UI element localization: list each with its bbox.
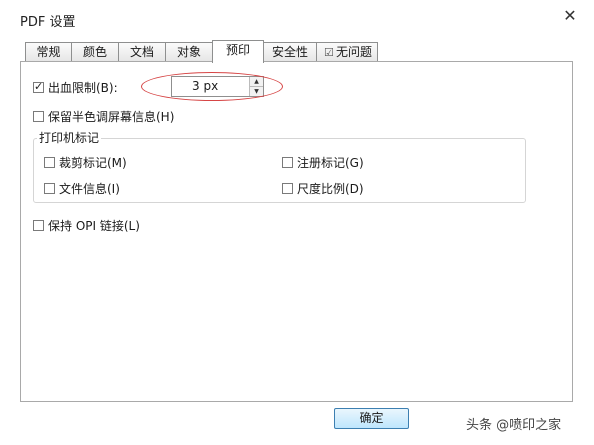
registration-marks-option[interactable]: 注册标记(G) [282,154,364,171]
tab-color-label: 颜色 [82,45,107,59]
crop-marks-label: 裁剪标记(M) [59,156,127,170]
bleed-stepper[interactable]: ▲ ▼ [249,77,263,96]
registration-marks-checkbox[interactable] [282,157,293,168]
file-info-label: 文件信息(I) [59,182,120,196]
crop-marks-checkbox[interactable] [44,157,55,168]
file-info-checkbox[interactable] [44,183,55,194]
spin-up-icon[interactable]: ▲ [250,77,263,87]
tab-general-label: 常规 [36,45,61,59]
scale-label: 尺度比例(D) [297,182,364,196]
close-icon[interactable]: ✕ [562,8,578,24]
bleed-label: 出血限制(B): [48,81,118,95]
opi-checkbox[interactable] [33,220,44,231]
halftone-option[interactable]: 保留半色调屏幕信息(H) [33,108,174,125]
bleed-option[interactable]: 出血限制(B): [33,79,118,96]
watermark: 头条 @喷印之家 [466,418,562,433]
tab-bar: 常规 颜色 文档 对象 预印 安全性 ☑ 无问题 [25,40,575,63]
halftone-checkbox[interactable] [33,111,44,122]
registration-marks-label: 注册标记(G) [297,156,364,170]
printer-marks-title: 打印机标记 [37,129,102,146]
tab-object-label: 对象 [176,45,201,59]
scale-checkbox[interactable] [282,183,293,194]
tab-preprint[interactable]: 预印 [212,40,264,63]
opi-option[interactable]: 保持 OPI 链接(L) [33,217,140,234]
opi-label: 保持 OPI 链接(L) [48,219,140,233]
tab-security-label: 安全性 [271,45,308,59]
file-info-option[interactable]: 文件信息(I) [44,180,120,197]
tab-document[interactable]: 文档 [118,42,166,61]
tab-preprint-label: 预印 [225,43,250,57]
scale-option[interactable]: 尺度比例(D) [282,180,364,197]
dialog-title: PDF 设置 [20,15,76,30]
crop-marks-option[interactable]: 裁剪标记(M) [44,154,127,171]
tab-no-problems-label: 无问题 [335,45,372,59]
check-doc-icon: ☑ [324,46,334,59]
tab-object[interactable]: 对象 [165,42,213,61]
preprint-panel: 出血限制(B): 3 px ▲ ▼ 保留半色调屏幕信息(H) 打印机标记 裁剪标… [20,61,573,402]
bleed-value: 3 px [192,79,219,93]
tab-general[interactable]: 常规 [25,42,72,61]
bleed-input[interactable]: 3 px ▲ ▼ [171,76,264,97]
spin-down-icon[interactable]: ▼ [250,87,263,96]
tab-security[interactable]: 安全性 [263,42,317,61]
bleed-checkbox[interactable] [33,80,44,93]
tab-document-label: 文档 [129,45,154,59]
halftone-label: 保留半色调屏幕信息(H) [48,110,175,124]
tab-no-problems[interactable]: ☑ 无问题 [316,42,378,61]
ok-button[interactable]: 确定 [334,408,409,429]
tab-color[interactable]: 颜色 [71,42,119,61]
